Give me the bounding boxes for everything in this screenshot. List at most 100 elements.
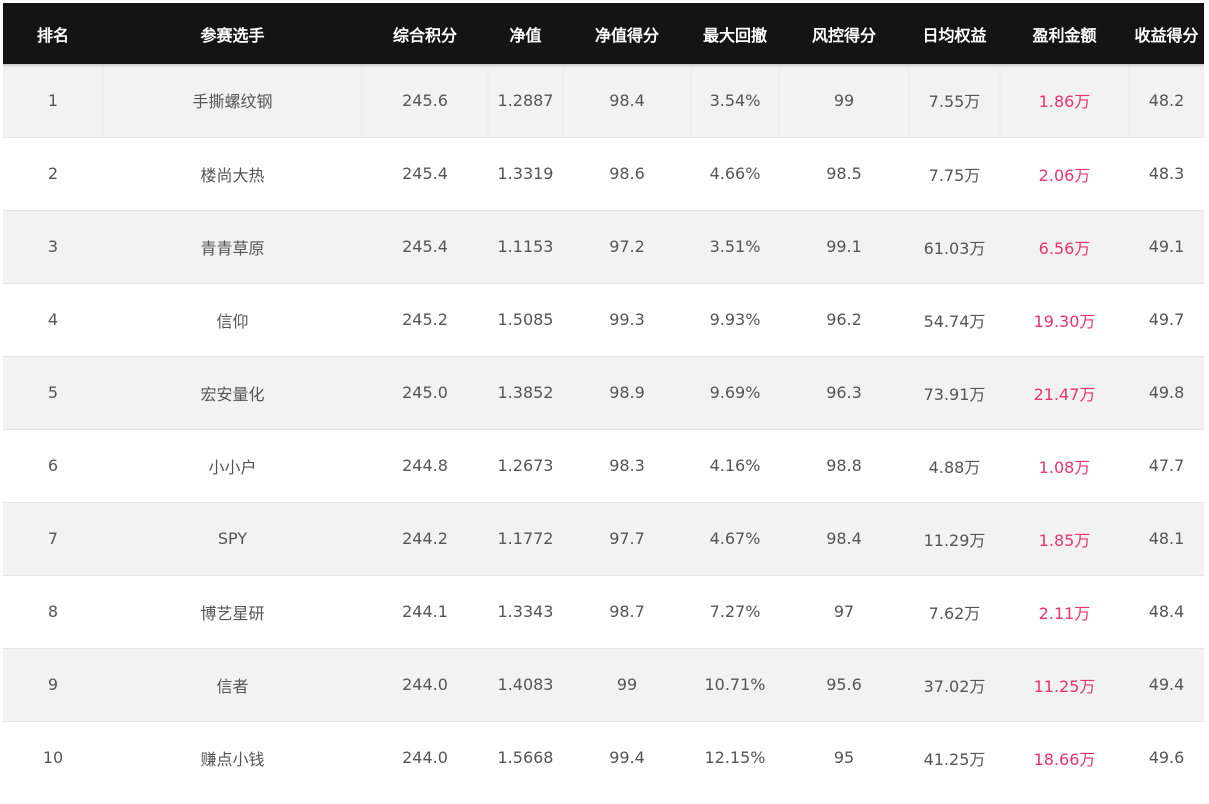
net-value-score-cell: 99 xyxy=(563,647,691,721)
rank-cell: 4 xyxy=(3,282,103,356)
column-header-rank[interactable]: 排名 xyxy=(3,3,103,64)
net-value-cell: 1.5085 xyxy=(488,282,563,356)
max-drawdown-cell: 3.54% xyxy=(691,64,779,137)
net-value-cell: 1.3852 xyxy=(488,355,563,429)
profit-cell: 18.66万 xyxy=(1000,720,1129,794)
rank-cell: 7 xyxy=(3,501,103,575)
table-row: 8 博艺星研 244.1 1.3343 98.7 7.27% 97 7.62万 2.11万 48.… xyxy=(3,574,1204,648)
avg-equity-cell: 37.02万 xyxy=(909,647,1000,721)
profit-cell: 11.25万 xyxy=(1000,647,1129,721)
net-value-score-cell: 98.9 xyxy=(563,355,691,429)
player-name-cell: 手撕螺纹钢 xyxy=(103,64,362,137)
net-value-score-cell: 98.4 xyxy=(563,64,691,137)
column-header-max-drawdown[interactable]: 最大回撤 xyxy=(691,3,779,64)
player-name-cell: 博艺星研 xyxy=(103,574,362,648)
rank-cell: 3 xyxy=(3,209,103,283)
net-value-cell: 1.1153 xyxy=(488,209,563,283)
rank-cell: 10 xyxy=(3,720,103,794)
return-score-cell: 49.7 xyxy=(1129,282,1204,356)
avg-equity-cell: 4.88万 xyxy=(909,428,1000,502)
table-row: 9 信者 244.0 1.4083 99 10.71% 95.6 37.02万 11.25万 49… xyxy=(3,647,1204,721)
net-value-score-cell: 99.4 xyxy=(563,720,691,794)
total-score-cell: 245.4 xyxy=(362,209,488,283)
risk-score-cell: 96.3 xyxy=(779,355,909,429)
net-value-cell: 1.2673 xyxy=(488,428,563,502)
table-row: 2 楼尚大热 245.4 1.3319 98.6 4.66% 98.5 7.75万 2.06万 4… xyxy=(3,136,1204,210)
max-drawdown-cell: 9.93% xyxy=(691,282,779,356)
table-row: 3 青青草原 245.4 1.1153 97.2 3.51% 99.1 61.03万 6.56万… xyxy=(3,209,1204,283)
risk-score-cell: 95.6 xyxy=(779,647,909,721)
risk-score-cell: 98.5 xyxy=(779,136,909,210)
max-drawdown-cell: 10.71% xyxy=(691,647,779,721)
column-header-net-value[interactable]: 净值 xyxy=(488,3,563,64)
column-header-return-score[interactable]: 收益得分 xyxy=(1129,3,1204,64)
max-drawdown-cell: 4.66% xyxy=(691,136,779,210)
rank-cell: 8 xyxy=(3,574,103,648)
net-value-score-cell: 98.6 xyxy=(563,136,691,210)
profit-cell: 6.56万 xyxy=(1000,209,1129,283)
max-drawdown-cell: 12.15% xyxy=(691,720,779,794)
table-row: 4 信仰 245.2 1.5085 99.3 9.93% 96.2 54.74万 19.30万 4… xyxy=(3,282,1204,356)
table-row: 1 手撕螺纹钢 245.6 1.2887 98.4 3.54% 99 7.55万 1.86万 48… xyxy=(3,64,1204,137)
net-value-score-cell: 99.3 xyxy=(563,282,691,356)
risk-score-cell: 97 xyxy=(779,574,909,648)
rank-cell: 5 xyxy=(3,355,103,429)
return-score-cell: 49.4 xyxy=(1129,647,1204,721)
risk-score-cell: 99 xyxy=(779,64,909,137)
net-value-cell: 1.3319 xyxy=(488,136,563,210)
net-value-score-cell: 98.3 xyxy=(563,428,691,502)
column-header-net-value-score[interactable]: 净值得分 xyxy=(563,3,691,64)
column-header-player[interactable]: 参赛选手 xyxy=(103,3,362,64)
table-body: 1 手撕螺纹钢 245.6 1.2887 98.4 3.54% 99 7.55万 1.86万 48… xyxy=(3,64,1204,794)
total-score-cell: 245.6 xyxy=(362,64,488,137)
profit-cell: 2.06万 xyxy=(1000,136,1129,210)
net-value-cell: 1.4083 xyxy=(488,647,563,721)
total-score-cell: 245.2 xyxy=(362,282,488,356)
rank-cell: 6 xyxy=(3,428,103,502)
net-value-cell: 1.2887 xyxy=(488,64,563,137)
avg-equity-cell: 7.55万 xyxy=(909,64,1000,137)
player-name-cell: SPY xyxy=(103,501,362,575)
max-drawdown-cell: 3.51% xyxy=(691,209,779,283)
total-score-cell: 244.0 xyxy=(362,720,488,794)
column-header-risk-score[interactable]: 风控得分 xyxy=(779,3,909,64)
net-value-score-cell: 97.7 xyxy=(563,501,691,575)
risk-score-cell: 98.4 xyxy=(779,501,909,575)
total-score-cell: 245.4 xyxy=(362,136,488,210)
risk-score-cell: 95 xyxy=(779,720,909,794)
return-score-cell: 49.6 xyxy=(1129,720,1204,794)
return-score-cell: 48.4 xyxy=(1129,574,1204,648)
net-value-cell: 1.3343 xyxy=(488,574,563,648)
player-name-cell: 信仰 xyxy=(103,282,362,356)
rank-cell: 1 xyxy=(3,64,103,137)
risk-score-cell: 96.2 xyxy=(779,282,909,356)
avg-equity-cell: 41.25万 xyxy=(909,720,1000,794)
avg-equity-cell: 7.62万 xyxy=(909,574,1000,648)
rank-cell: 9 xyxy=(3,647,103,721)
total-score-cell: 244.0 xyxy=(362,647,488,721)
avg-equity-cell: 54.74万 xyxy=(909,282,1000,356)
max-drawdown-cell: 4.16% xyxy=(691,428,779,502)
table-row: 10 赚点小钱 244.0 1.5668 99.4 12.15% 95 41.25万 18.66… xyxy=(3,720,1204,794)
table-row: 5 宏安量化 245.0 1.3852 98.9 9.69% 96.3 73.91万 21.47… xyxy=(3,355,1204,429)
table-row: 7 SPY 244.2 1.1772 97.7 4.67% 98.4 11.29万 1.85万 4… xyxy=(3,501,1204,575)
risk-score-cell: 99.1 xyxy=(779,209,909,283)
player-name-cell: 小小户 xyxy=(103,428,362,502)
return-score-cell: 48.1 xyxy=(1129,501,1204,575)
rank-cell: 2 xyxy=(3,136,103,210)
column-header-avg-equity[interactable]: 日均权益 xyxy=(909,3,1000,64)
total-score-cell: 244.2 xyxy=(362,501,488,575)
total-score-cell: 244.1 xyxy=(362,574,488,648)
profit-cell: 21.47万 xyxy=(1000,355,1129,429)
risk-score-cell: 98.8 xyxy=(779,428,909,502)
return-score-cell: 49.8 xyxy=(1129,355,1204,429)
profit-cell: 1.86万 xyxy=(1000,64,1129,137)
net-value-cell: 1.1772 xyxy=(488,501,563,575)
leaderboard-container: 排名 参赛选手 综合积分 净值 净值得分 最大回撤 风控得分 日均权益 盈利金额… xyxy=(3,3,1204,794)
max-drawdown-cell: 9.69% xyxy=(691,355,779,429)
avg-equity-cell: 61.03万 xyxy=(909,209,1000,283)
column-header-profit[interactable]: 盈利金额 xyxy=(1000,3,1129,64)
avg-equity-cell: 73.91万 xyxy=(909,355,1000,429)
column-header-total-score[interactable]: 综合积分 xyxy=(362,3,488,64)
table-row: 6 小小户 244.8 1.2673 98.3 4.16% 98.8 4.88万 1.08万 47… xyxy=(3,428,1204,502)
